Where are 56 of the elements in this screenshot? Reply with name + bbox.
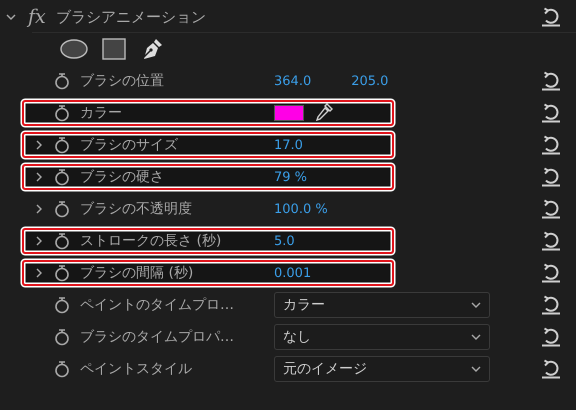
value-field[interactable]: 100.0 % — [274, 202, 328, 216]
chevron-icon[interactable] — [34, 204, 44, 214]
fx-label: fx — [28, 6, 47, 28]
stopwatch-icon[interactable] — [54, 200, 70, 218]
color-swatch[interactable] — [274, 105, 304, 121]
reset-icon[interactable] — [540, 135, 562, 155]
stopwatch-icon[interactable] — [54, 360, 70, 378]
chevron-icon[interactable] — [6, 12, 16, 22]
stopwatch-icon[interactable] — [54, 232, 70, 250]
property-label: カラー — [80, 104, 123, 122]
property-label: ブラシの間隔 (秒) — [80, 264, 194, 282]
chevron-icon[interactable] — [471, 300, 481, 310]
dropdown[interactable]: なし — [274, 324, 490, 350]
value-field[interactable]: 364.0 — [274, 74, 312, 88]
chevron-icon[interactable] — [34, 172, 44, 182]
dropdown[interactable]: カラー — [274, 292, 490, 318]
value-field[interactable]: 17.0 — [274, 138, 303, 152]
reset-icon[interactable] — [540, 7, 562, 27]
reset-icon[interactable] — [540, 263, 562, 283]
reset-icon[interactable] — [540, 359, 562, 379]
stopwatch-icon[interactable] — [54, 104, 70, 122]
chevron-icon[interactable] — [471, 332, 481, 342]
chevron-icon[interactable] — [34, 140, 44, 150]
value-field[interactable]: 79 % — [274, 170, 308, 184]
reset-icon[interactable] — [540, 167, 562, 187]
stopwatch-icon[interactable] — [54, 264, 70, 282]
property-label: ストロークの長さ (秒) — [80, 232, 222, 250]
rectangle-tool-icon[interactable] — [102, 38, 126, 60]
chevron-icon[interactable] — [34, 268, 44, 278]
effect-title: ブラシアニメーション — [56, 8, 206, 26]
reset-icon[interactable] — [540, 327, 562, 347]
value-field[interactable]: 0.001 — [274, 266, 312, 280]
eyedropper-icon[interactable] — [314, 102, 334, 124]
reset-icon[interactable] — [540, 103, 562, 123]
reset-icon[interactable] — [540, 71, 562, 91]
reset-icon[interactable] — [540, 199, 562, 219]
stopwatch-icon[interactable] — [54, 168, 70, 186]
stopwatch-icon[interactable] — [54, 136, 70, 154]
stopwatch-icon[interactable] — [54, 328, 70, 346]
value-field[interactable]: 5.0 — [274, 234, 295, 248]
stopwatch-icon[interactable] — [54, 296, 70, 314]
chevron-icon[interactable] — [471, 364, 481, 374]
ellipse-tool-icon[interactable] — [60, 39, 88, 59]
dropdown[interactable]: 元のイメージ — [274, 356, 490, 382]
property-label: ブラシの不透明度 — [80, 200, 193, 218]
stopwatch-icon[interactable] — [54, 72, 70, 90]
value-field[interactable]: 205.0 — [351, 74, 388, 88]
property-label: ブラシのタイムプロパ… — [80, 328, 235, 346]
chevron-icon[interactable] — [34, 236, 44, 246]
property-label: ブラシのサイズ — [80, 136, 179, 154]
property-label: ペイントのタイムプロ… — [80, 296, 235, 314]
property-label: ペイントスタイル — [80, 360, 193, 378]
property-label: ブラシの位置 — [80, 72, 165, 90]
reset-icon[interactable] — [540, 295, 562, 315]
reset-icon[interactable] — [540, 231, 562, 251]
property-label: ブラシの硬さ — [80, 168, 165, 186]
